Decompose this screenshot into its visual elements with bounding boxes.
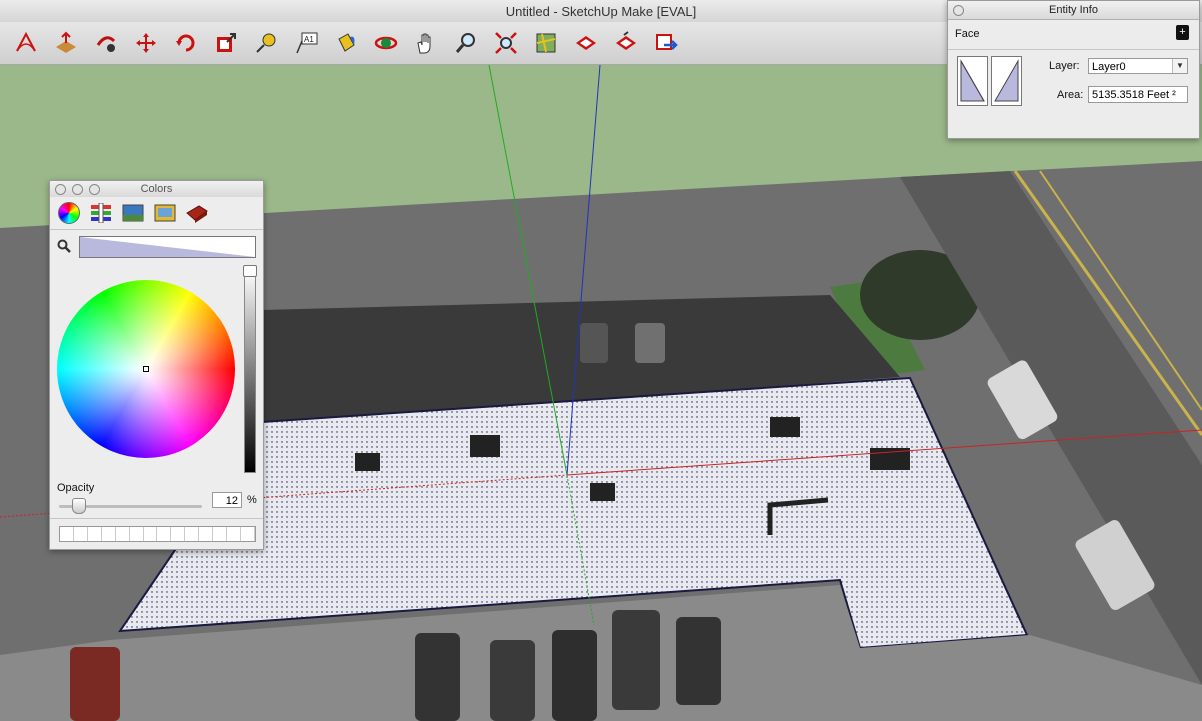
- swatch-slot[interactable]: [102, 527, 116, 541]
- move-tool-icon[interactable]: [133, 30, 159, 56]
- svg-text:A1: A1: [304, 35, 314, 44]
- crayons-icon[interactable]: [185, 201, 209, 225]
- scale-tool-icon[interactable]: [213, 30, 239, 56]
- color-swatch-strip[interactable]: [59, 526, 256, 542]
- color-sliders-icon[interactable]: [89, 201, 113, 225]
- roof-unit: [470, 435, 500, 457]
- brightness-slider-knob[interactable]: [243, 265, 257, 277]
- swatch-slot[interactable]: [185, 527, 200, 541]
- divider: [50, 518, 263, 519]
- zoom-tool-icon[interactable]: [453, 30, 479, 56]
- parked-car: [676, 617, 721, 705]
- zoom-extents-tool-icon[interactable]: [493, 30, 519, 56]
- swatch-slot[interactable]: [74, 527, 88, 541]
- layer-value: Layer0: [1092, 61, 1126, 73]
- brightness-slider[interactable]: [244, 268, 256, 473]
- opacity-label: Opacity: [57, 482, 95, 494]
- swatch-slot[interactable]: [199, 527, 214, 541]
- text-tool-icon[interactable]: A1: [293, 30, 319, 56]
- swatch-slot[interactable]: [144, 527, 158, 541]
- selected-color-swatch[interactable]: [79, 236, 256, 258]
- area-label: Area:: [1057, 89, 1084, 101]
- roof-unit: [590, 483, 615, 501]
- layer-select[interactable]: Layer0 ▼: [1088, 58, 1188, 74]
- swatch-slot[interactable]: [116, 527, 130, 541]
- entity-info-title: Entity Info: [1049, 4, 1098, 16]
- pan-tool-icon[interactable]: [413, 30, 439, 56]
- zoom-icon[interactable]: [89, 184, 100, 195]
- expand-details-icon[interactable]: +: [1176, 25, 1189, 40]
- back-material-swatch[interactable]: [991, 56, 1022, 106]
- close-icon[interactable]: [55, 184, 66, 195]
- entity-type-label: Face: [955, 28, 980, 40]
- swatch-slot[interactable]: [130, 527, 144, 541]
- orbit-tool-icon[interactable]: [373, 30, 399, 56]
- tape-measure-tool-icon[interactable]: [253, 30, 279, 56]
- image-palettes-icon[interactable]: [153, 201, 177, 225]
- search-icon[interactable]: [57, 239, 71, 256]
- add-location-icon[interactable]: [533, 30, 559, 56]
- front-material-swatch[interactable]: [957, 56, 988, 106]
- area-field[interactable]: 5135.3518 Feet ²: [1088, 86, 1188, 103]
- parked-car: [612, 610, 660, 710]
- swatch-slot[interactable]: [88, 527, 102, 541]
- minimize-icon[interactable]: [72, 184, 83, 195]
- color-palettes-icon[interactable]: [121, 201, 145, 225]
- swatch-slot[interactable]: [60, 527, 74, 541]
- opacity-slider-knob[interactable]: [72, 498, 86, 514]
- colors-panel: Colors Opacity 12 %: [49, 180, 264, 550]
- divider: [50, 229, 263, 230]
- colors-titlebar[interactable]: Colors: [50, 181, 263, 197]
- swatch-slot[interactable]: [157, 527, 172, 541]
- colors-title: Colors: [140, 183, 173, 195]
- swatch-slot[interactable]: [171, 527, 186, 541]
- parked-car: [70, 647, 120, 721]
- layer-label: Layer:: [1049, 60, 1080, 72]
- entity-info-titlebar[interactable]: Entity Info: [948, 1, 1199, 20]
- roof-unit: [355, 453, 380, 471]
- parked-car: [415, 633, 460, 721]
- parked-car: [580, 323, 608, 363]
- color-picker-marker[interactable]: [143, 366, 149, 372]
- get-models-icon[interactable]: [573, 30, 599, 56]
- swatch-slot[interactable]: [213, 527, 228, 541]
- opacity-unit: %: [247, 494, 257, 506]
- select-tool-icon[interactable]: [13, 30, 39, 56]
- chevron-down-icon[interactable]: ▼: [1172, 59, 1187, 73]
- rotate-tool-icon[interactable]: [173, 30, 199, 56]
- push-pull-tool-icon[interactable]: [53, 30, 79, 56]
- swatch-slot[interactable]: [227, 527, 241, 541]
- extension-warehouse-icon[interactable]: [653, 30, 679, 56]
- follow-me-tool-icon[interactable]: [93, 30, 119, 56]
- parked-car: [635, 323, 665, 363]
- share-model-icon[interactable]: [613, 30, 639, 56]
- paint-bucket-tool-icon[interactable]: [333, 30, 359, 56]
- roof-unit: [770, 417, 800, 437]
- close-icon[interactable]: [953, 5, 964, 16]
- divider: [948, 49, 1199, 50]
- swatch-slot[interactable]: [241, 527, 255, 541]
- opacity-field[interactable]: 12: [212, 492, 242, 508]
- color-wheel-icon[interactable]: [57, 201, 81, 225]
- entity-info-panel: Entity Info Face + Layer: Layer0 ▼ Area:…: [947, 0, 1200, 139]
- parked-car: [490, 640, 535, 721]
- parked-car: [552, 630, 597, 721]
